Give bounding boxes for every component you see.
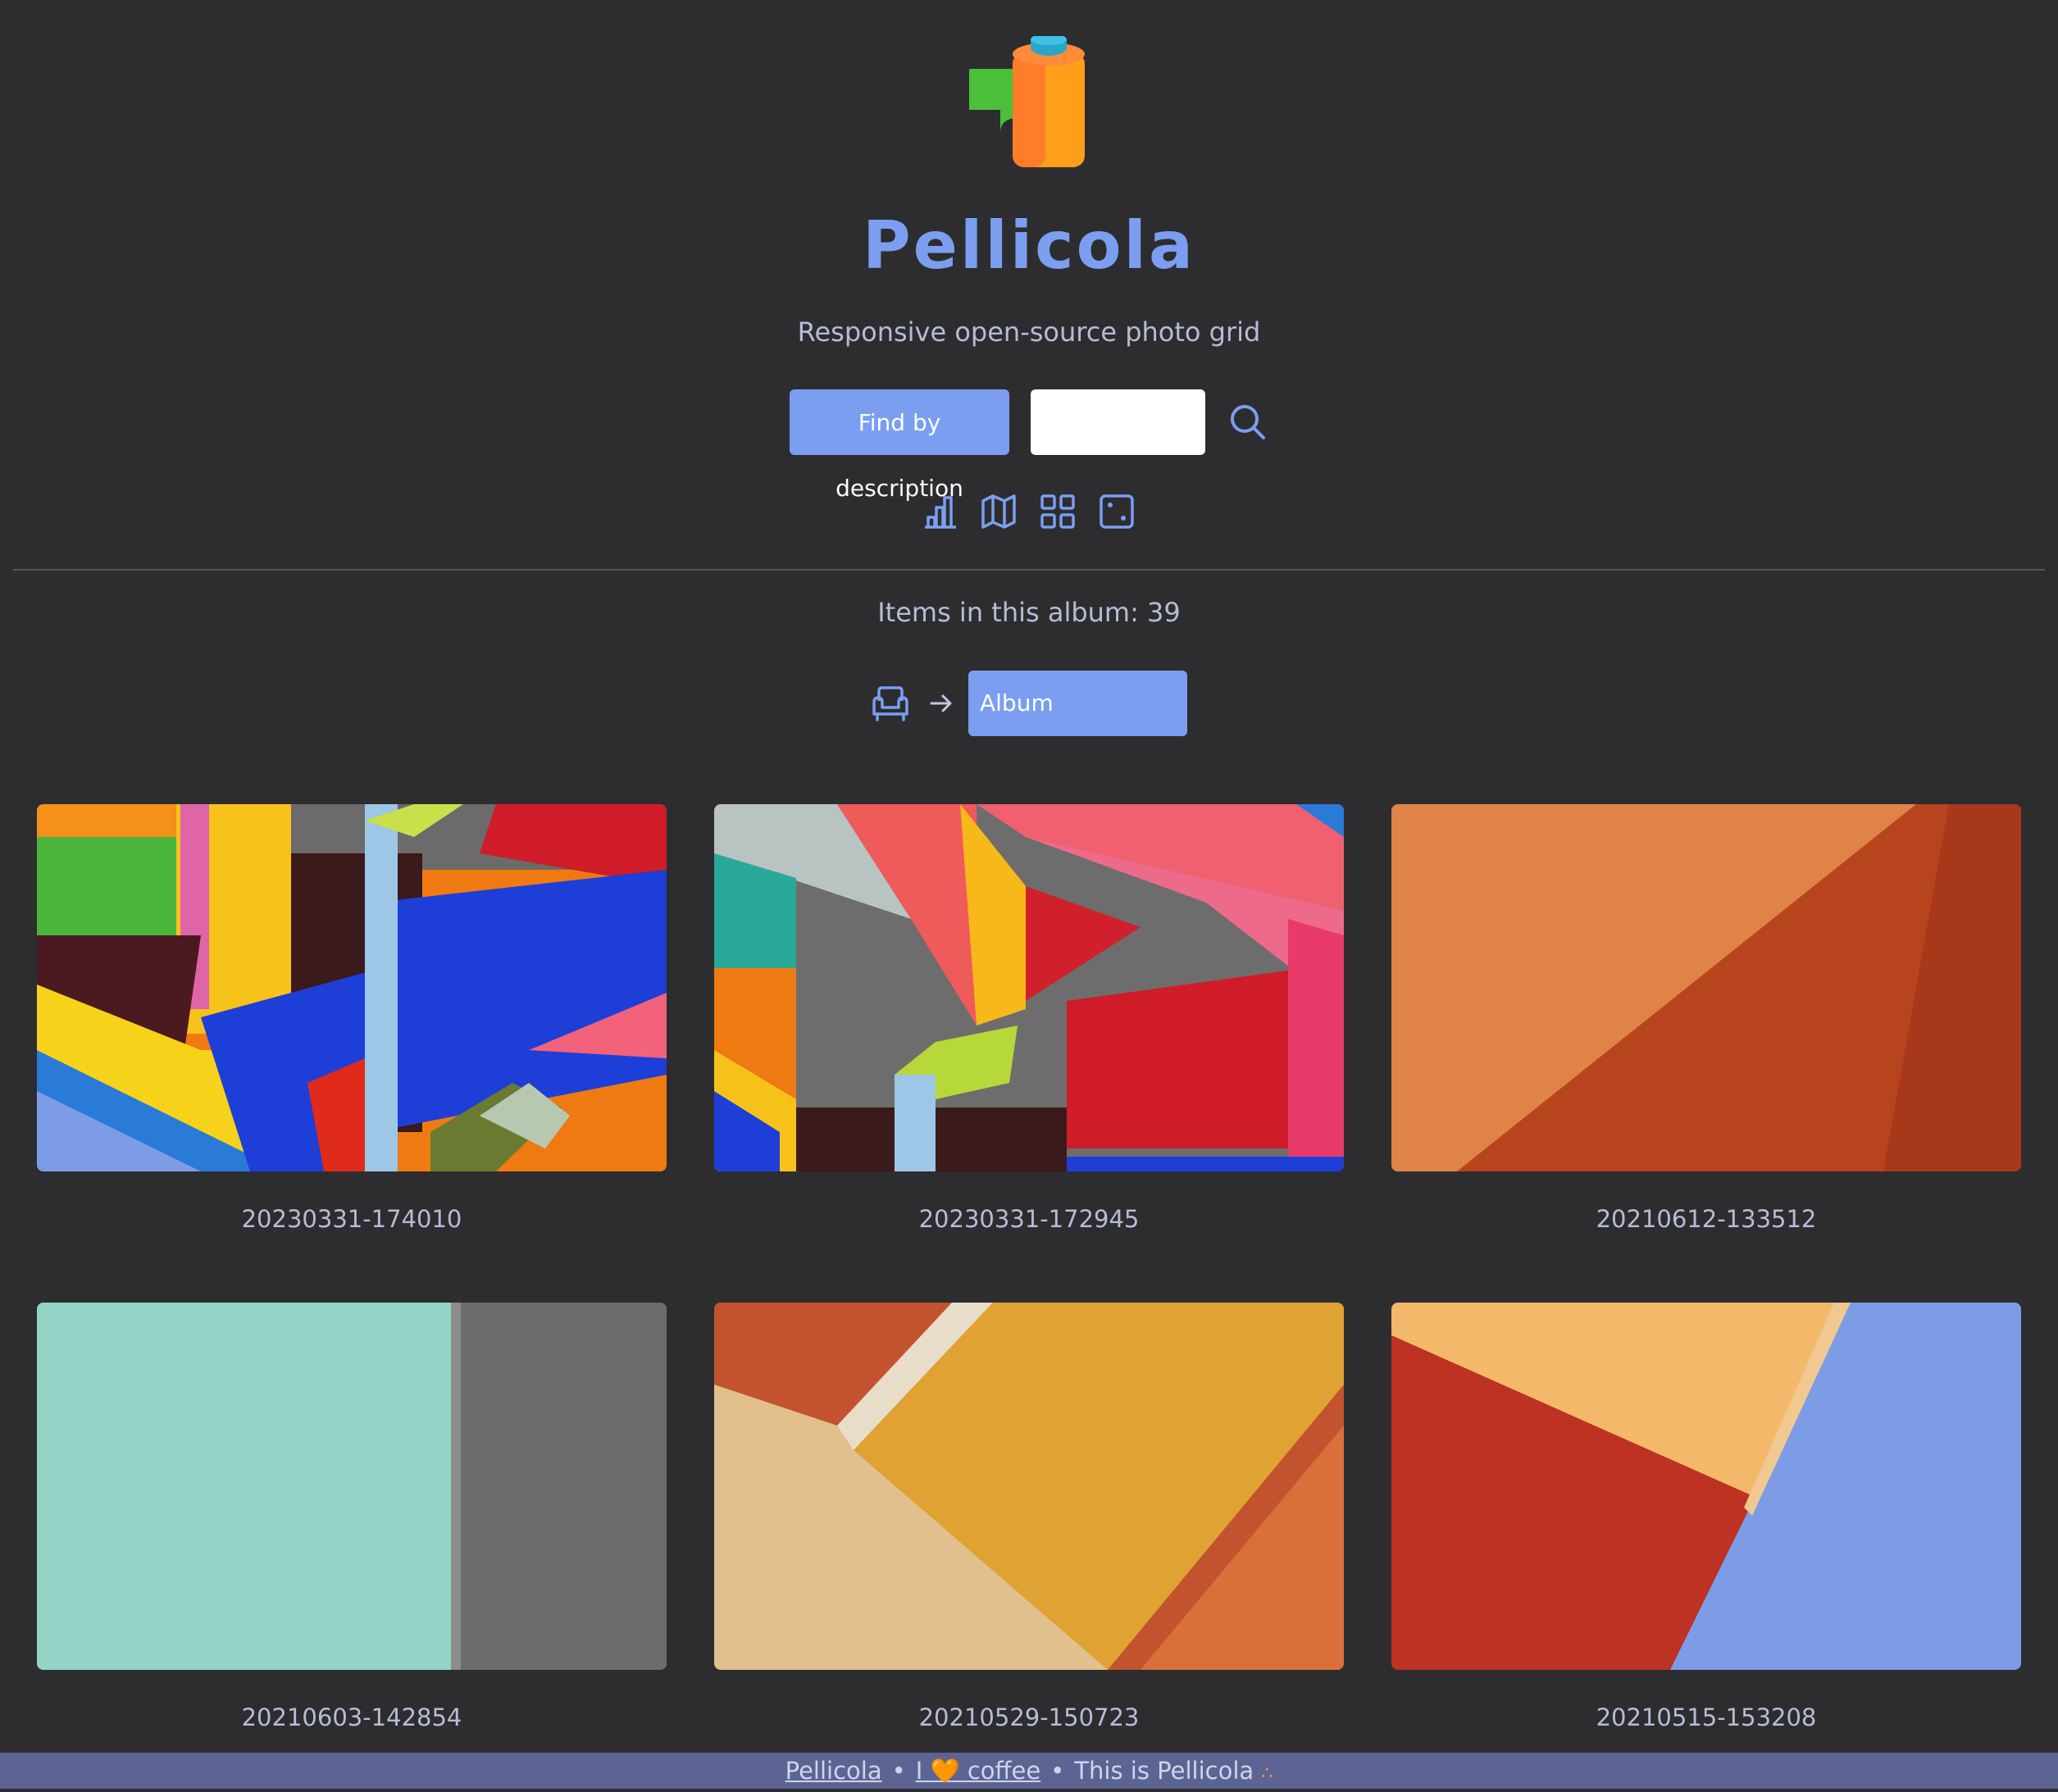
photo-caption: 20230331-174010 [241,1205,462,1233]
photo-caption: 20210529-150723 [918,1703,1140,1731]
photo-image [714,804,1344,1171]
app-header: Pellicola Responsive open-source photo g… [0,0,2058,574]
photo-caption: 20230331-172945 [918,1205,1140,1233]
arrow-right-icon [930,694,952,712]
photo-tile[interactable] [1391,1303,2021,1670]
footer-separator: • [1050,1757,1065,1785]
footer-separator: • [891,1757,906,1785]
stats-icon[interactable] [922,493,959,530]
find-by-description-button[interactable]: Find by description [790,389,1009,502]
dots-icon: ∴ [1261,1763,1273,1784]
footer-pellicola-link[interactable]: Pellicola [785,1757,882,1785]
coffee-word: coffee [967,1757,1041,1785]
app-subtitle: Responsive open-source photo grid [797,316,1261,348]
photo-caption: 20210603-142854 [241,1703,462,1731]
random-icon[interactable] [1098,493,1136,530]
items-count: Items in this album: 39 [877,597,1181,628]
footer-tagline: This is Pellicola [1074,1757,1254,1785]
search-icon[interactable] [1227,402,1268,443]
footer-coffee-link[interactable]: I 🧡 coffee [916,1757,1040,1785]
armchair-icon[interactable] [871,685,910,722]
grid-icon[interactable] [1039,493,1077,530]
coffee-prefix: I [915,1757,923,1785]
app-title: Pellicola [863,207,1195,284]
search-input[interactable] [1031,389,1205,455]
footer: Pellicola • I 🧡 coffee • This is Pellicola ∴ [0,1753,2058,1789]
map-icon[interactable] [980,493,1018,530]
photo-tile[interactable] [37,1303,667,1670]
divider [13,569,2045,571]
photo-caption: 20210612-133512 [1596,1205,1817,1233]
breadcrumb-album[interactable]: Album [968,671,1187,736]
photo-caption: 20210515-153208 [1596,1703,1817,1731]
photo-image [37,1303,667,1670]
photo-image [1391,1303,2021,1670]
heart-icon: 🧡 [930,1757,960,1785]
film-roll-logo [969,36,1085,167]
photo-tile[interactable] [1391,804,2021,1171]
photo-image [37,804,667,1171]
photo-tile[interactable] [714,804,1344,1171]
photo-image [714,1303,1344,1670]
photo-tile[interactable] [37,804,667,1171]
photo-image [1391,804,2021,1171]
photo-tile[interactable] [714,1303,1344,1670]
